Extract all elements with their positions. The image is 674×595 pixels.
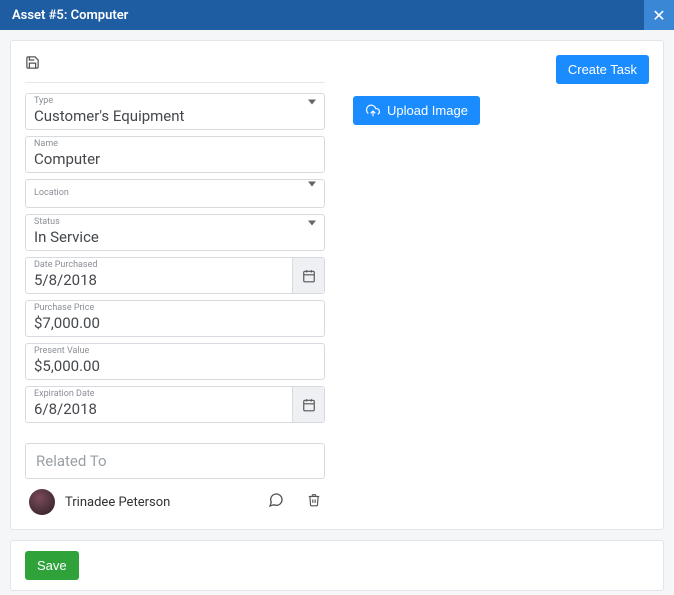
present-value-label: Present Value — [34, 347, 316, 356]
create-task-button[interactable]: Create Task — [556, 55, 649, 84]
present-value-field[interactable]: Present Value — [25, 343, 325, 380]
form-column: Type Customer's Equipment Name Location … — [25, 55, 325, 515]
save-button[interactable]: Save — [25, 551, 79, 580]
type-select[interactable]: Type Customer's Equipment — [25, 93, 325, 130]
date-purchased-input[interactable] — [34, 271, 284, 289]
chevron-down-icon — [308, 225, 316, 240]
close-icon: ✕ — [652, 6, 665, 25]
date-purchased-label: Date Purchased — [34, 261, 284, 270]
modal-title: Asset #5: Computer — [12, 8, 128, 23]
purchase-price-field[interactable]: Purchase Price — [25, 300, 325, 337]
location-label: Location — [34, 189, 316, 198]
related-to-field[interactable]: Related To — [25, 443, 325, 479]
calendar-button[interactable] — [292, 258, 324, 293]
save-label: Save — [37, 558, 67, 573]
calendar-button[interactable] — [292, 387, 324, 422]
avatar — [29, 489, 55, 515]
assignee-row: Trinadee Peterson — [25, 489, 325, 515]
status-select[interactable]: Status In Service — [25, 214, 325, 251]
chevron-down-icon — [308, 104, 316, 119]
upload-area: Upload Image — [353, 96, 649, 125]
status-label: Status — [34, 218, 302, 227]
assignee-actions — [267, 492, 321, 512]
purchase-price-input[interactable] — [34, 314, 316, 332]
status-value: In Service — [34, 228, 302, 246]
assignee-name: Trinadee Peterson — [65, 495, 170, 510]
name-label: Name — [34, 140, 316, 149]
present-value-input[interactable] — [34, 357, 316, 375]
calendar-icon — [302, 398, 316, 412]
location-select[interactable]: Location — [25, 179, 325, 208]
expiration-date-field[interactable]: Expiration Date — [25, 386, 325, 423]
calendar-icon — [302, 269, 316, 283]
expiration-date-input[interactable] — [34, 400, 284, 418]
type-label: Type — [34, 97, 302, 106]
close-button[interactable]: ✕ — [644, 0, 674, 30]
date-purchased-field[interactable]: Date Purchased — [25, 257, 325, 294]
toolbar — [25, 55, 325, 83]
modal-header: Asset #5: Computer ✕ — [0, 0, 674, 30]
comment-icon[interactable] — [267, 492, 285, 512]
cloud-upload-icon — [365, 104, 381, 118]
purchase-price-label: Purchase Price — [34, 304, 316, 313]
save-icon[interactable] — [25, 55, 40, 74]
trash-icon[interactable] — [307, 492, 321, 512]
main-card: Type Customer's Equipment Name Location … — [10, 40, 664, 530]
upload-image-button[interactable]: Upload Image — [353, 96, 480, 125]
upload-image-label: Upload Image — [387, 103, 468, 118]
expiration-date-label: Expiration Date — [34, 390, 284, 399]
related-to-placeholder: Related To — [36, 452, 107, 470]
top-actions: Create Task — [353, 55, 649, 84]
type-value: Customer's Equipment — [34, 107, 302, 125]
name-input[interactable] — [34, 150, 316, 168]
right-column: Create Task Upload Image — [353, 55, 649, 515]
create-task-label: Create Task — [568, 62, 637, 77]
name-field[interactable]: Name — [25, 136, 325, 173]
footer-card: Save — [10, 540, 664, 591]
